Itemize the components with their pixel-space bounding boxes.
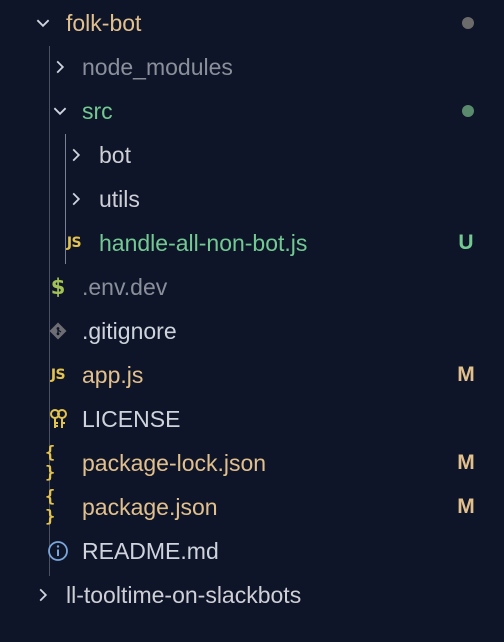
tree-file-package-json[interactable]: { } package.json M (0, 485, 504, 529)
git-icon (45, 318, 71, 344)
json-braces-icon: { } (45, 443, 55, 483)
folder-label: bot (99, 142, 131, 168)
file-label: README.md (82, 538, 219, 564)
tree-folder-utils[interactable]: utils (0, 177, 504, 221)
chevron-down-icon (50, 101, 70, 121)
key-icon (45, 406, 71, 432)
javascript-icon: JS (50, 367, 66, 383)
tree-folder-ll-tooltime-on-slackbots[interactable]: ll-tooltime-on-slackbots (0, 573, 504, 617)
dollar-env-icon: $ (50, 275, 66, 299)
chevron-right-icon (66, 189, 86, 209)
tree-file-package-lock-json[interactable]: { } package-lock.json M (0, 441, 504, 485)
folder-label: node_modules (82, 54, 233, 80)
file-label: .gitignore (82, 318, 177, 344)
info-icon (45, 538, 71, 564)
git-status-badge: U (458, 231, 474, 254)
javascript-icon: JS (66, 235, 82, 251)
git-status-badge: M (457, 495, 475, 518)
chevron-right-icon (33, 585, 53, 605)
tree-file-app-js[interactable]: JS app.js M (0, 353, 504, 397)
file-explorer-tree: folk-bot node_modules src bot utils JS h… (0, 0, 504, 642)
folder-label: src (82, 98, 113, 124)
tree-folder-folk-bot[interactable]: folk-bot (0, 1, 504, 45)
chevron-right-icon (50, 57, 70, 77)
tree-file-license[interactable]: LICENSE (0, 397, 504, 441)
file-label: LICENSE (82, 406, 181, 432)
folder-label: ll-tooltime-on-slackbots (66, 582, 302, 608)
chevron-right-icon (66, 145, 86, 165)
file-label: package.json (82, 494, 218, 520)
json-braces-icon: { } (45, 487, 55, 527)
tree-file-handle-all-non-bot-js[interactable]: JS handle-all-non-bot.js U (0, 221, 504, 265)
tree-folder-src[interactable]: src (0, 89, 504, 133)
tree-folder-node-modules[interactable]: node_modules (0, 45, 504, 89)
chevron-down-icon (33, 13, 53, 33)
folder-status-dot (462, 105, 474, 117)
tree-folder-bot[interactable]: bot (0, 133, 504, 177)
tree-file-gitignore[interactable]: .gitignore (0, 309, 504, 353)
tree-file-readme-md[interactable]: README.md (0, 529, 504, 573)
folder-label: folk-bot (66, 10, 142, 36)
git-status-badge: M (457, 363, 475, 386)
tree-file-env-dev[interactable]: $ .env.dev (0, 265, 504, 309)
git-status-badge: M (457, 451, 475, 474)
file-label: .env.dev (82, 274, 168, 300)
file-label: app.js (82, 362, 144, 388)
folder-status-dot (462, 17, 474, 29)
file-label: handle-all-non-bot.js (99, 230, 308, 256)
file-label: package-lock.json (82, 450, 267, 476)
folder-label: utils (99, 186, 140, 212)
